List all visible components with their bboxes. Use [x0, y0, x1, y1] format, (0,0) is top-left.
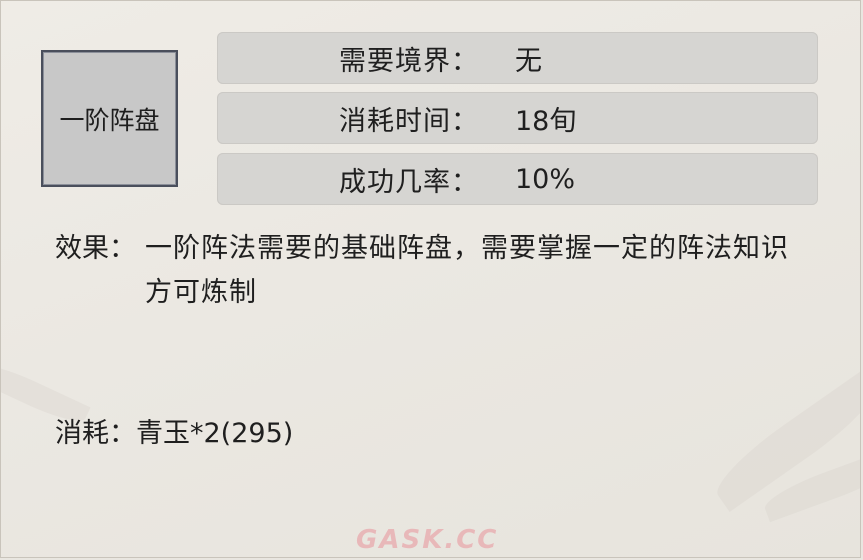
stat-label: 成功几率： — [339, 166, 479, 198]
stat-label: 需要境界： — [339, 45, 479, 77]
watermark-logo: GASK.CC — [356, 525, 499, 555]
stat-row-time: 消耗时间： 18旬 — [217, 92, 818, 144]
stat-value: 无 — [515, 45, 542, 77]
cost-section: 消耗：青玉*2(295) — [55, 411, 293, 450]
cost-value: 青玉*2(295) — [136, 418, 294, 449]
item-name: 一阶阵盘 — [59, 105, 160, 135]
item-icon-slot[interactable]: 一阶阵盘 — [41, 50, 178, 187]
effect-label: 效果： — [55, 233, 136, 264]
cost-label: 消耗： — [55, 418, 136, 449]
stat-row-success-rate: 成功几率： 10% — [217, 153, 818, 205]
stat-value: 18旬 — [515, 105, 577, 137]
item-detail-panel: 一阶阵盘 需要境界： 无 消耗时间： 18旬 成功几率： 10% 效果： 一阶阵… — [0, 0, 861, 558]
effect-text: 一阶阵法需要的基础阵盘，需要掌握一定的阵法知识方可炼制 — [145, 233, 789, 308]
stat-value: 10% — [515, 163, 576, 195]
stat-label: 消耗时间： — [339, 105, 479, 137]
stat-row-realm: 需要境界： 无 — [217, 32, 818, 84]
